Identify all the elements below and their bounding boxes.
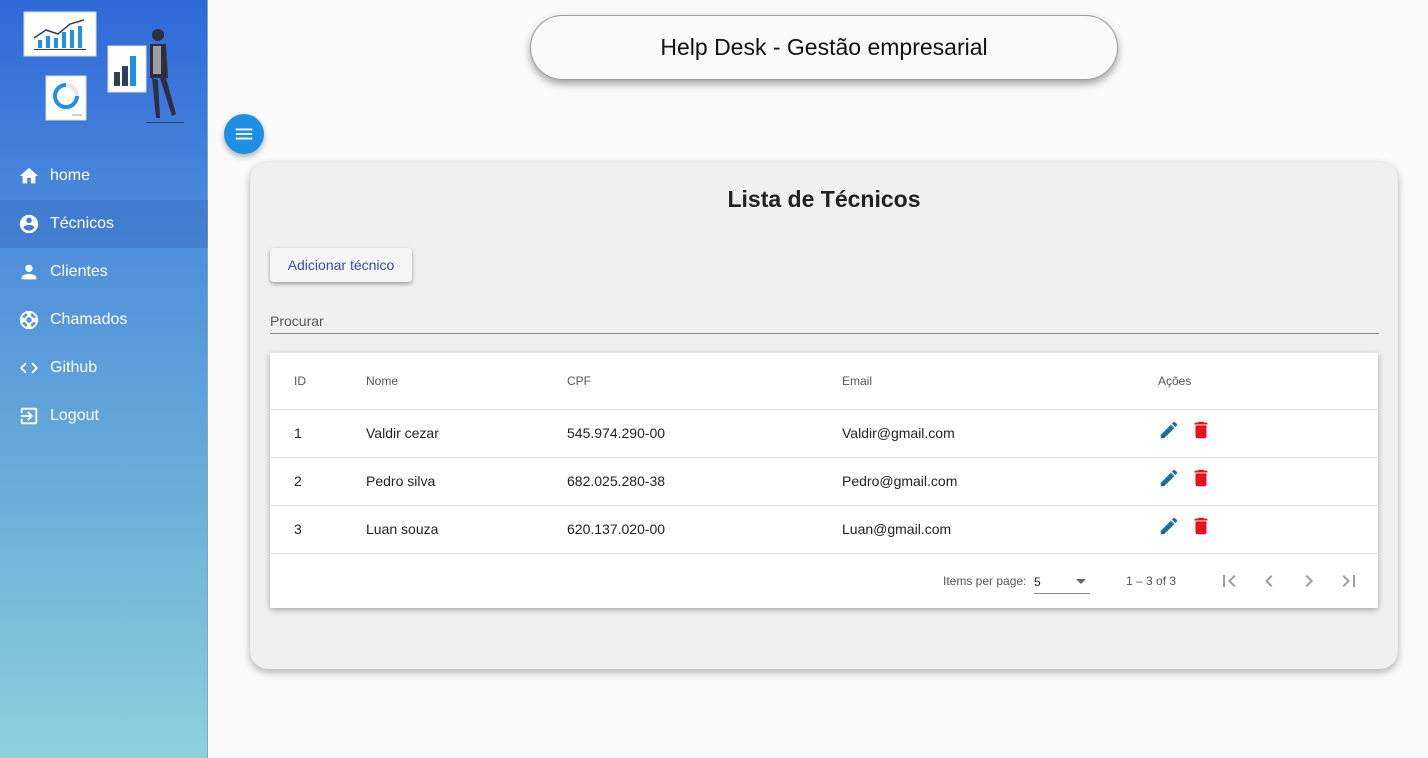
delete-icon[interactable] bbox=[1190, 419, 1212, 441]
search-input[interactable] bbox=[270, 308, 1379, 334]
first-page-button[interactable] bbox=[1216, 568, 1242, 594]
page-size-value: 5 bbox=[1034, 575, 1041, 589]
cell-nome: Pedro silva bbox=[366, 457, 567, 506]
column-header-cpf[interactable]: CPF bbox=[567, 353, 842, 410]
sidebar-item-tecnicos[interactable]: Técnicos bbox=[0, 200, 208, 248]
edit-icon[interactable] bbox=[1158, 467, 1180, 489]
table-header-row: ID Nome CPF Email Ações bbox=[270, 353, 1378, 410]
sidebar-item-label: Técnicos bbox=[50, 215, 115, 232]
technicians-card: Lista de Técnicos Adicionar técnico ID N… bbox=[250, 162, 1398, 669]
items-per-page-label: Items per page: bbox=[943, 574, 1027, 588]
cell-cpf: 545.974.290-00 bbox=[567, 409, 842, 458]
hamburger-icon bbox=[235, 128, 253, 140]
last-page-icon bbox=[1342, 575, 1355, 587]
sidebar-item-logout[interactable]: Logout bbox=[0, 392, 208, 440]
sidebar-nav: home Técnicos Clientes Chamados Github L… bbox=[0, 152, 208, 440]
sidebar-item-label: home bbox=[50, 167, 91, 184]
cell-actions bbox=[1158, 505, 1378, 554]
last-page-button[interactable] bbox=[1336, 568, 1362, 594]
edit-icon[interactable] bbox=[1158, 419, 1180, 441]
column-header-id[interactable]: ID bbox=[270, 353, 366, 410]
table-row: 3 Luan souza 620.137.020-00 Luan@gmail.c… bbox=[270, 505, 1378, 554]
account-circle-icon bbox=[18, 213, 40, 235]
support-icon bbox=[18, 309, 40, 331]
column-header-nome[interactable]: Nome bbox=[366, 353, 567, 410]
cell-id: 2 bbox=[270, 457, 366, 506]
cell-actions bbox=[1158, 409, 1378, 458]
cell-actions bbox=[1158, 457, 1378, 506]
dropdown-arrow-icon bbox=[1076, 579, 1086, 584]
paginator: Items per page: 5 1 – 3 of 3 bbox=[270, 553, 1378, 609]
page-size-select[interactable]: 5 bbox=[1034, 572, 1090, 594]
sidebar-item-label: Clientes bbox=[50, 263, 108, 280]
cell-email: Pedro@gmail.com bbox=[842, 457, 1158, 506]
first-page-icon bbox=[1223, 575, 1236, 587]
cell-email: Valdir@gmail.com bbox=[842, 409, 1158, 458]
app-title: Help Desk - Gestão empresarial bbox=[660, 34, 988, 60]
sidebar-item-label: Logout bbox=[50, 407, 99, 424]
sidebar-item-label: Github bbox=[50, 359, 98, 376]
dashboard-illustration bbox=[23, 11, 184, 123]
cell-id: 1 bbox=[270, 409, 366, 458]
sidebar-item-home[interactable]: home bbox=[0, 152, 208, 200]
sidebar-item-label: Chamados bbox=[50, 311, 128, 328]
home-icon bbox=[18, 165, 40, 187]
menu-toggle-button[interactable] bbox=[224, 114, 264, 154]
header-title-pill: Help Desk - Gestão empresarial bbox=[530, 15, 1118, 80]
previous-page-button[interactable] bbox=[1256, 568, 1282, 594]
sidebar: home Técnicos Clientes Chamados Github L… bbox=[0, 0, 208, 758]
page-title: Lista de Técnicos bbox=[727, 186, 921, 212]
code-icon bbox=[18, 357, 40, 379]
sidebar-item-github[interactable]: Github bbox=[0, 344, 208, 392]
cell-nome: Valdir cezar bbox=[366, 409, 567, 458]
cell-nome: Luan souza bbox=[366, 505, 567, 554]
logout-icon bbox=[18, 405, 40, 427]
cell-cpf: 682.025.280-38 bbox=[567, 457, 842, 506]
cell-email: Luan@gmail.com bbox=[842, 505, 1158, 554]
chevron-left-icon bbox=[1265, 575, 1273, 587]
add-technician-button[interactable]: Adicionar técnico bbox=[270, 248, 412, 282]
next-page-button[interactable] bbox=[1296, 568, 1322, 594]
table-row: 1 Valdir cezar 545.974.290-00 Valdir@gma… bbox=[270, 409, 1378, 458]
technicians-table: ID Nome CPF Email Ações 1 Valdir cezar 5… bbox=[270, 353, 1378, 608]
delete-icon[interactable] bbox=[1190, 467, 1212, 489]
column-header-email[interactable]: Email bbox=[842, 353, 1158, 410]
page-range-label: 1 – 3 of 3 bbox=[1126, 574, 1177, 588]
sidebar-item-chamados[interactable]: Chamados bbox=[0, 296, 208, 344]
cell-cpf: 620.137.020-00 bbox=[567, 505, 842, 554]
person-icon bbox=[18, 261, 40, 283]
column-header-acoes: Ações bbox=[1158, 353, 1378, 410]
chevron-right-icon bbox=[1305, 575, 1313, 587]
cell-id: 3 bbox=[270, 505, 366, 554]
delete-icon[interactable] bbox=[1190, 515, 1212, 537]
edit-icon[interactable] bbox=[1158, 515, 1180, 537]
table-row: 2 Pedro silva 682.025.280-38 Pedro@gmail… bbox=[270, 457, 1378, 506]
sidebar-item-clientes[interactable]: Clientes bbox=[0, 248, 208, 296]
